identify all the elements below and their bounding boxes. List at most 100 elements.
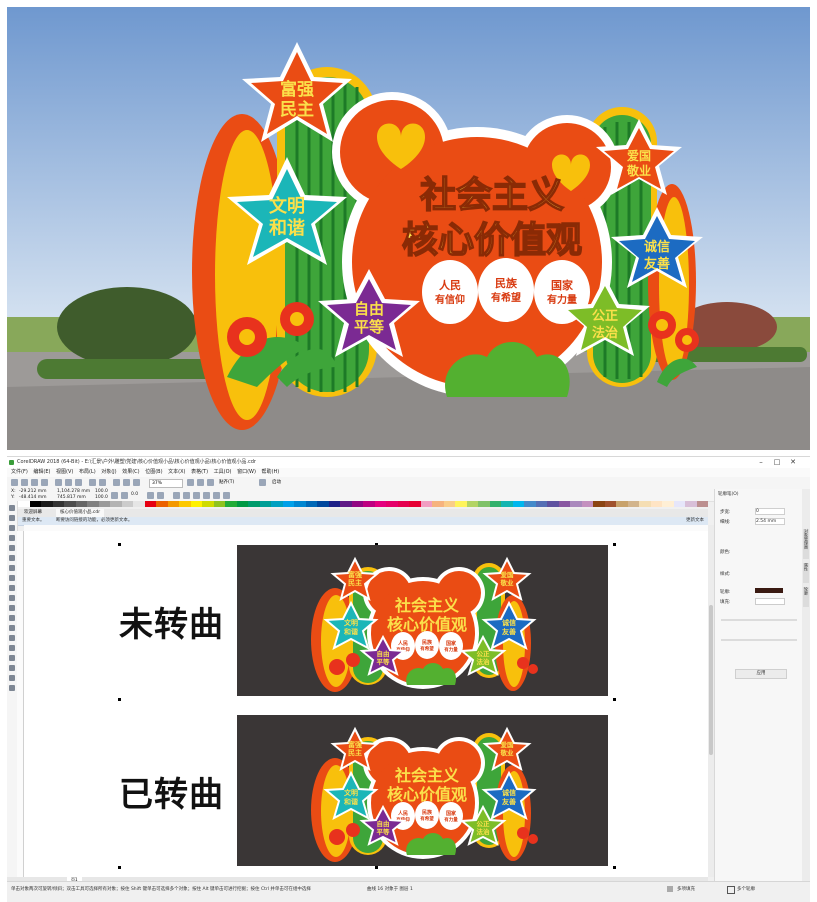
fill-dropdown[interactable]	[755, 598, 785, 605]
selection-handle[interactable]	[613, 866, 616, 869]
parallel-dimension-icon[interactable]	[9, 605, 15, 611]
snap-to-dropdown[interactable]: 贴齐(T)	[219, 479, 253, 486]
transparency-tool-icon[interactable]	[9, 635, 15, 641]
intersect-icon[interactable]	[213, 492, 220, 499]
side-tab-object-manager[interactable]: 对象管理器	[803, 529, 809, 559]
svg-text:富强: 富强	[348, 570, 362, 579]
text-tool-icon[interactable]	[9, 595, 15, 601]
undo-icon[interactable]	[89, 479, 96, 486]
open-icon[interactable]	[21, 479, 28, 486]
grid-icon[interactable]	[207, 479, 214, 486]
import-icon[interactable]	[113, 479, 120, 486]
menu-text[interactable]: 文本(X)	[168, 468, 185, 477]
selection-handle[interactable]	[375, 866, 378, 869]
artwork-converted[interactable]: 社会主义 核心价值观 人民 有信仰 民族 有希望 国家 有力量 富强 民主 文明…	[237, 715, 608, 866]
crop-tool-icon[interactable]	[9, 525, 15, 531]
drawing-canvas[interactable]: 未转曲 已转曲 社会主义 核心价值观 人民 有信仰 民族	[24, 531, 708, 877]
svg-text:自由: 自由	[377, 819, 390, 828]
zoom-level-field[interactable]: 37%	[149, 479, 183, 488]
eyedropper-icon[interactable]	[9, 645, 15, 651]
group-icon[interactable]	[173, 492, 180, 499]
artwork-unconverted[interactable]: 社会主义 核心价值观 人民 有信仰 民族 有希望 国家 有力量 富强 民主 文明…	[237, 545, 608, 696]
rulers-icon[interactable]	[197, 479, 204, 486]
freehand-tool-icon[interactable]	[9, 545, 15, 551]
svg-text:平等: 平等	[377, 827, 391, 836]
width-input[interactable]: 0	[755, 508, 785, 515]
docker-slider[interactable]	[721, 619, 797, 621]
settings-icon[interactable]	[259, 479, 266, 486]
maximize-button[interactable]: □	[770, 457, 784, 468]
export-icon[interactable]	[123, 479, 130, 486]
full-screen-icon[interactable]	[187, 479, 194, 486]
apply-button[interactable]: 应用	[735, 669, 787, 679]
angle-field[interactable]: 0.0	[131, 492, 138, 498]
rotate-icon[interactable]	[121, 492, 128, 499]
menu-bitmaps[interactable]: 位图(B)	[145, 468, 162, 477]
artistic-media-icon[interactable]	[9, 555, 15, 561]
menu-view[interactable]: 视图(V)	[56, 468, 73, 477]
lock-ratio-icon[interactable]	[111, 492, 118, 499]
update-text-button[interactable]: 更新文本	[686, 517, 704, 525]
title-bar: CorelDRAW 2018 (64-Bit) - E:\汇景\户外\雕塑\党建…	[7, 457, 810, 468]
mirror-v-icon[interactable]	[157, 492, 164, 499]
polygon-tool-icon[interactable]	[9, 585, 15, 591]
smart-fill-icon[interactable]	[9, 665, 15, 671]
zoom-tool-icon[interactable]	[9, 535, 15, 541]
tab-document[interactable]: 核心价值观小品.cdr	[56, 509, 105, 517]
ungroup-icon[interactable]	[183, 492, 190, 499]
minimize-button[interactable]: –	[754, 457, 768, 468]
paste-icon[interactable]	[75, 479, 82, 486]
side-tab-properties[interactable]: 属性	[803, 563, 809, 583]
menu-layout[interactable]: 布局(L)	[79, 468, 96, 477]
close-button[interactable]: ✕	[786, 457, 800, 468]
launch-dropdown[interactable]: 启动	[272, 479, 298, 486]
pdf-icon[interactable]	[133, 479, 140, 486]
scrollbar-thumb[interactable]	[709, 605, 713, 755]
align-icon[interactable]	[223, 492, 230, 499]
hint-title: 重要文本。	[22, 518, 45, 523]
menu-edit[interactable]: 编辑(E)	[33, 468, 50, 477]
shape-tool-icon[interactable]	[9, 515, 15, 521]
fill-label: 填充:	[720, 600, 731, 605]
copy-icon[interactable]	[65, 479, 72, 486]
selection-handle[interactable]	[118, 866, 121, 869]
menu-effects[interactable]: 效果(C)	[122, 468, 139, 477]
outline-pen-icon[interactable]	[9, 675, 15, 681]
menu-file[interactable]: 文件(F)	[11, 468, 28, 477]
menu-help[interactable]: 帮助(H)	[262, 468, 280, 477]
selection-handle[interactable]	[613, 543, 616, 546]
cut-icon[interactable]	[55, 479, 62, 486]
selection-handle[interactable]	[118, 698, 121, 701]
vertical-ruler[interactable]	[17, 531, 24, 877]
size-input[interactable]: 2.54 mm	[755, 518, 785, 525]
redo-icon[interactable]	[99, 479, 106, 486]
selection-handle[interactable]	[118, 543, 121, 546]
menu-table[interactable]: 表格(T)	[191, 468, 208, 477]
save-icon[interactable]	[31, 479, 38, 486]
docker-slider[interactable]	[721, 639, 797, 641]
coreldraw-app-icon	[9, 460, 14, 465]
menu-window[interactable]: 窗口(W)	[237, 468, 256, 477]
tab-welcome[interactable]: 欢迎屏幕	[20, 509, 46, 517]
drop-shadow-icon[interactable]	[9, 625, 15, 631]
svg-text:有力量: 有力量	[444, 816, 458, 823]
print-icon[interactable]	[41, 479, 48, 486]
trim-icon[interactable]	[203, 492, 210, 499]
color-palette[interactable]	[18, 501, 708, 507]
rectangle-tool-icon[interactable]	[9, 565, 15, 571]
svg-text:文明: 文明	[344, 788, 358, 797]
selection-handle[interactable]	[613, 698, 616, 701]
menu-object[interactable]: 对象(J)	[101, 468, 116, 477]
connector-tool-icon[interactable]	[9, 615, 15, 621]
pick-tool-icon[interactable]	[9, 505, 15, 511]
svg-text:爱国: 爱国	[627, 148, 651, 163]
ellipse-tool-icon[interactable]	[9, 575, 15, 581]
add-tool-icon[interactable]	[9, 685, 15, 691]
weld-icon[interactable]	[193, 492, 200, 499]
menu-tools[interactable]: 工具(O)	[214, 468, 232, 477]
interactive-fill-icon[interactable]	[9, 655, 15, 661]
new-icon[interactable]	[11, 479, 18, 486]
side-tab-outline[interactable]: 轮廓	[803, 587, 809, 607]
outline-color-swatch[interactable]	[755, 588, 783, 593]
mirror-h-icon[interactable]	[147, 492, 154, 499]
